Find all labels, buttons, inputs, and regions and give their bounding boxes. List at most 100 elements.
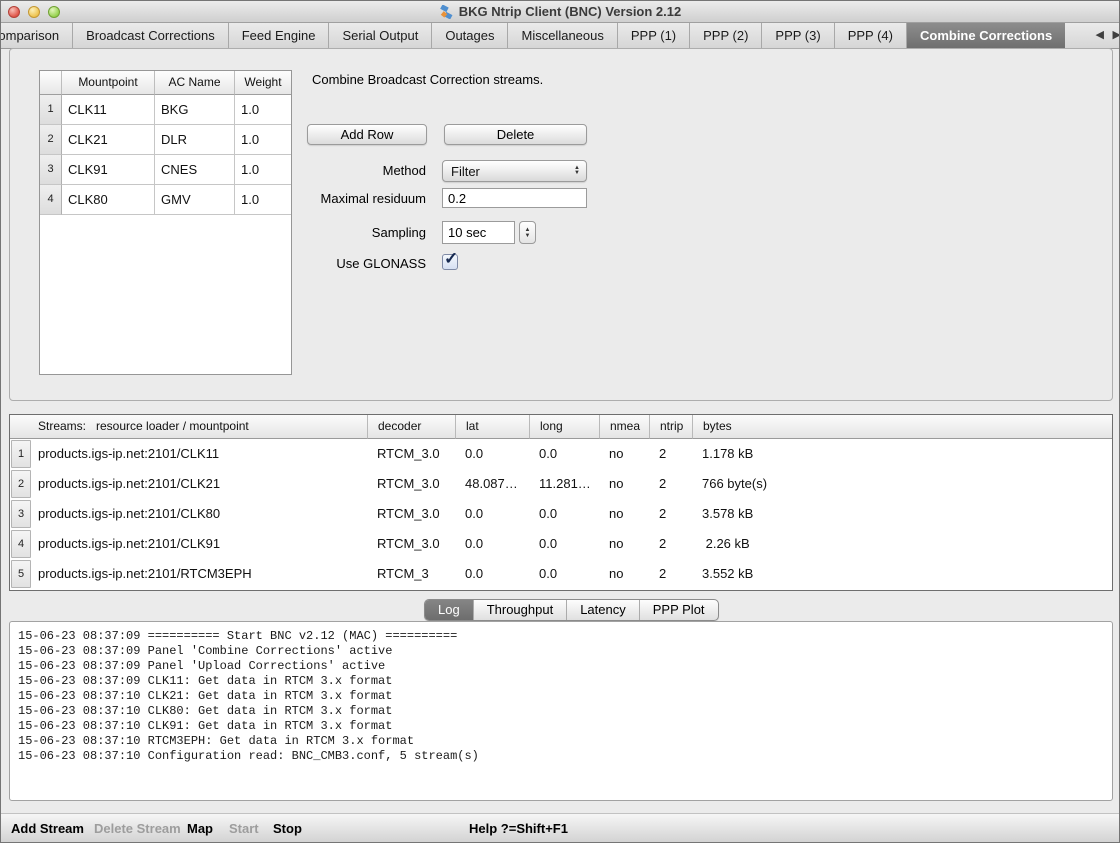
method-dropdown[interactable]: Filter ▲▼: [442, 160, 587, 182]
stream-ntrip[interactable]: 2: [649, 469, 692, 499]
cell-mountpoint[interactable]: CLK21: [62, 125, 155, 155]
cell-weight[interactable]: 1.0: [235, 95, 291, 125]
stream-ntrip[interactable]: 2: [649, 559, 692, 589]
stream-nmea[interactable]: no: [599, 469, 649, 499]
cell-mountpoint[interactable]: CLK80: [62, 185, 155, 215]
streams-header-main: Streams: resource loader / mountpoint: [32, 415, 367, 439]
stream-mountpoint[interactable]: products.igs-ip.net:2101/CLK21: [32, 469, 367, 499]
stream-decoder[interactable]: RTCM_3.0: [367, 499, 455, 529]
stream-decoder[interactable]: RTCM_3.0: [367, 439, 455, 469]
tab-ppp-2[interactable]: PPP (2): [690, 23, 762, 48]
cell-ac-name[interactable]: GMV: [155, 185, 235, 215]
stream-long[interactable]: 0.0: [529, 559, 599, 589]
corner-header: [40, 71, 62, 95]
log-line: 15-06-23 08:37:10 CLK80: Get data in RTC…: [18, 704, 1112, 719]
checkmark-icon: ✓: [444, 249, 458, 269]
combine-corrections-panel: Mountpoint AC Name Weight 1 CLK11 BKG 1.…: [9, 48, 1113, 401]
glonass-checkbox[interactable]: ✓: [442, 254, 458, 270]
cell-ac-name[interactable]: CNES: [155, 155, 235, 185]
streams-header-corner: [10, 415, 32, 439]
stream-decoder[interactable]: RTCM_3.0: [367, 529, 455, 559]
log-line: 15-06-23 08:37:10 RTCM3EPH: Get data in …: [18, 734, 1112, 749]
stream-nmea[interactable]: no: [599, 439, 649, 469]
tab-log[interactable]: Log: [425, 600, 473, 620]
stream-lat[interactable]: 48.087…: [455, 469, 529, 499]
sampling-label: Sampling: [304, 225, 426, 240]
stream-lat[interactable]: 0.0: [455, 499, 529, 529]
stream-long[interactable]: 11.281…: [529, 469, 599, 499]
sampling-input[interactable]: [442, 221, 515, 244]
map-button[interactable]: Map: [187, 821, 213, 836]
log-line: 15-06-23 08:37:09 ========== Start BNC v…: [18, 629, 1112, 644]
cell-weight[interactable]: 1.0: [235, 155, 291, 185]
tab-scroll-right-icon[interactable]: ▶: [1108, 23, 1119, 48]
stream-ntrip[interactable]: 2: [649, 439, 692, 469]
stream-bytes[interactable]: 1.178 kB: [692, 439, 1112, 469]
method-value: Filter: [443, 164, 568, 179]
tab-feed-engine[interactable]: Feed Engine: [229, 23, 330, 48]
tab-ppp-1[interactable]: PPP (1): [618, 23, 690, 48]
tab-throughput[interactable]: Throughput: [473, 600, 567, 620]
stream-decoder[interactable]: RTCM_3.0: [367, 469, 455, 499]
row-number: 2: [40, 125, 62, 155]
stream-row-number: 2: [10, 469, 32, 499]
stream-mountpoint[interactable]: products.igs-ip.net:2101/CLK11: [32, 439, 367, 469]
row-number: 4: [40, 185, 62, 215]
stream-bytes[interactable]: 3.578 kB: [692, 499, 1112, 529]
stream-nmea[interactable]: no: [599, 559, 649, 589]
tab-scroll-left-icon[interactable]: ◀: [1091, 23, 1108, 48]
tab-miscellaneous[interactable]: Miscellaneous: [508, 23, 617, 48]
spinner-down-icon[interactable]: ▼: [525, 233, 531, 239]
col-header-ac-name: AC Name: [155, 71, 235, 95]
stream-row-number: 4: [10, 529, 32, 559]
stream-ntrip[interactable]: 2: [649, 529, 692, 559]
stream-ntrip[interactable]: 2: [649, 499, 692, 529]
stream-bytes[interactable]: 2.26 kB: [692, 529, 1112, 559]
cell-weight[interactable]: 1.0: [235, 125, 291, 155]
stop-button[interactable]: Stop: [273, 821, 302, 836]
tab-outages[interactable]: Outages: [432, 23, 508, 48]
log-output[interactable]: 15-06-23 08:37:09 ========== Start BNC v…: [9, 621, 1113, 801]
stream-bytes[interactable]: 766 byte(s): [692, 469, 1112, 499]
stream-mountpoint[interactable]: products.igs-ip.net:2101/CLK91: [32, 529, 367, 559]
add-stream-button[interactable]: Add Stream: [11, 821, 84, 836]
cell-ac-name[interactable]: DLR: [155, 125, 235, 155]
cell-mountpoint[interactable]: CLK91: [62, 155, 155, 185]
sampling-spinner[interactable]: ▲ ▼: [519, 221, 536, 244]
delete-button[interactable]: Delete: [444, 124, 587, 145]
stream-mountpoint[interactable]: products.igs-ip.net:2101/CLK80: [32, 499, 367, 529]
tab-ppp-3[interactable]: PPP (3): [762, 23, 834, 48]
stream-lat[interactable]: 0.0: [455, 559, 529, 589]
cell-ac-name[interactable]: BKG: [155, 95, 235, 125]
tab-serial-output[interactable]: Serial Output: [329, 23, 432, 48]
log-line: 15-06-23 08:37:09 Panel 'Upload Correcti…: [18, 659, 1112, 674]
residuum-input[interactable]: [442, 188, 587, 208]
stream-mountpoint[interactable]: products.igs-ip.net:2101/RTCM3EPH: [32, 559, 367, 589]
stream-nmea[interactable]: no: [599, 499, 649, 529]
title-bar[interactable]: BKG Ntrip Client (BNC) Version 2.12: [1, 1, 1119, 23]
tab-combine-corrections[interactable]: Combine Corrections: [907, 23, 1065, 48]
stream-lat[interactable]: 0.0: [455, 439, 529, 469]
tab-latency[interactable]: Latency: [566, 600, 639, 620]
stream-long[interactable]: 0.0: [529, 439, 599, 469]
add-row-button[interactable]: Add Row: [307, 124, 427, 145]
cell-weight[interactable]: 1.0: [235, 185, 291, 215]
streams-header-decoder: decoder: [367, 415, 455, 439]
tab-broadcast-corrections[interactable]: Broadcast Corrections: [73, 23, 229, 48]
glonass-label: Use GLONASS: [304, 256, 426, 271]
tab-comparison[interactable]: Comparison: [1, 23, 73, 48]
stream-long[interactable]: 0.0: [529, 499, 599, 529]
stream-bytes[interactable]: 3.552 kB: [692, 559, 1112, 589]
main-tab-bar: Comparison Broadcast Corrections Feed En…: [1, 23, 1119, 49]
stream-lat[interactable]: 0.0: [455, 529, 529, 559]
streams-table: Streams: resource loader / mountpoint de…: [9, 414, 1113, 591]
tab-ppp-plot[interactable]: PPP Plot: [639, 600, 718, 620]
action-bar: Add Stream Delete Stream Map Start Stop …: [1, 813, 1119, 843]
stream-nmea[interactable]: no: [599, 529, 649, 559]
cell-mountpoint[interactable]: CLK11: [62, 95, 155, 125]
combination-table: Mountpoint AC Name Weight 1 CLK11 BKG 1.…: [39, 70, 292, 375]
row-number: 1: [40, 95, 62, 125]
stream-decoder[interactable]: RTCM_3: [367, 559, 455, 589]
stream-long[interactable]: 0.0: [529, 529, 599, 559]
tab-ppp-4[interactable]: PPP (4): [835, 23, 907, 48]
